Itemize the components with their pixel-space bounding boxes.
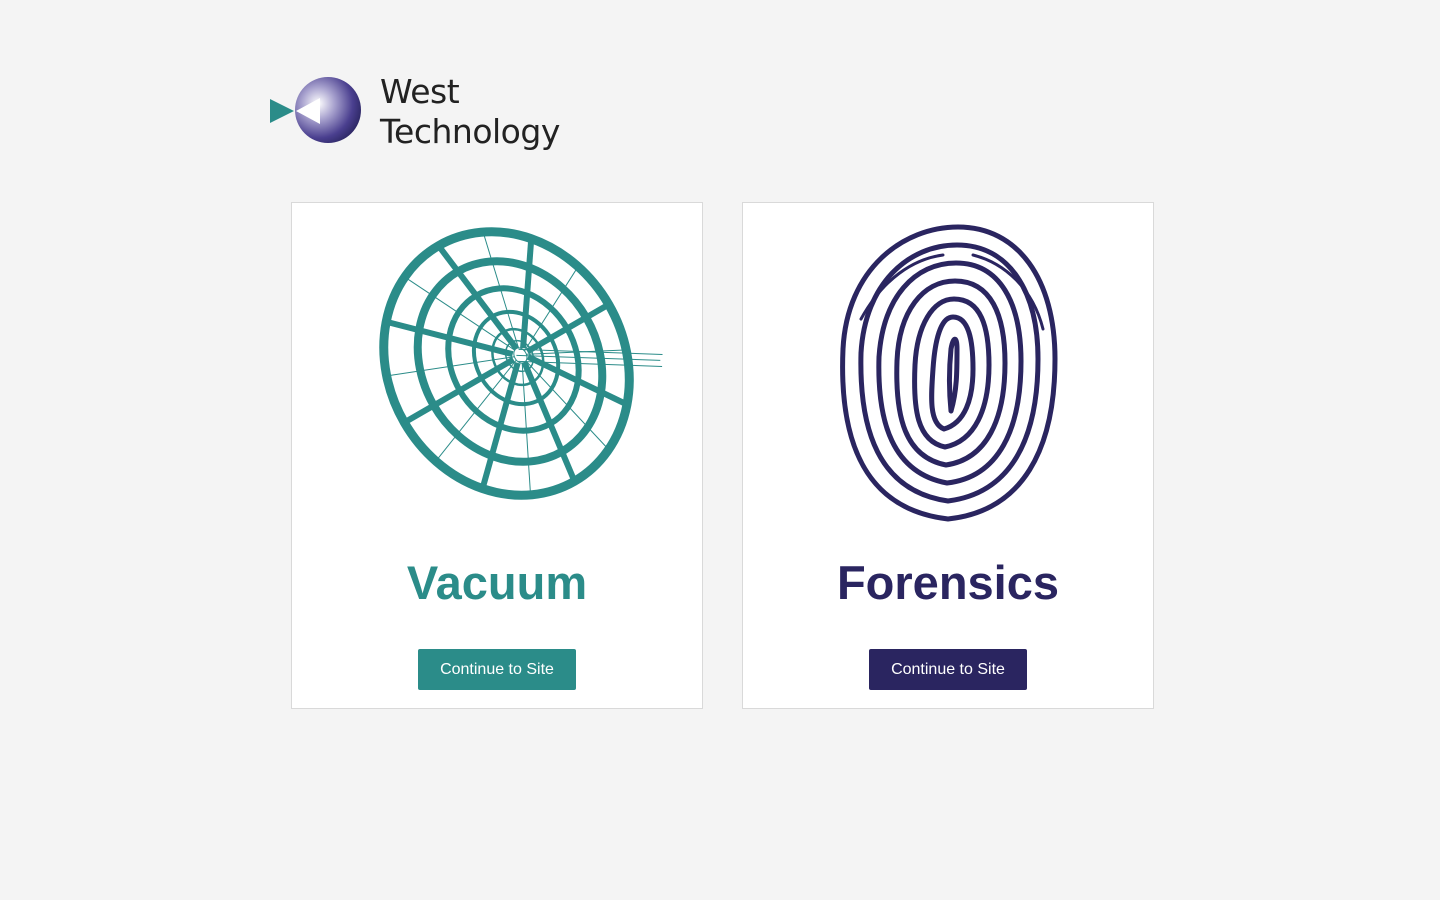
vacuum-funnel-icon (379, 227, 663, 500)
site-logo[interactable]: West Technology (268, 72, 578, 156)
vacuum-title: Vacuum (406, 556, 588, 609)
brand-name: West Technology (380, 72, 560, 152)
fingerprint-icon (840, 224, 1058, 522)
forensics-card: Forensics Continue to Site (742, 202, 1154, 709)
vacuum-card: Vacuum Continue to Site (291, 202, 703, 709)
forensics-continue-button[interactable]: Continue to Site (869, 649, 1027, 690)
brand-line-2: Technology (380, 112, 560, 151)
brand-line-1: West (380, 72, 460, 111)
west-technology-logo-icon (270, 77, 361, 143)
vacuum-continue-button[interactable]: Continue to Site (418, 649, 576, 690)
forensics-title: Forensics (836, 556, 1060, 609)
